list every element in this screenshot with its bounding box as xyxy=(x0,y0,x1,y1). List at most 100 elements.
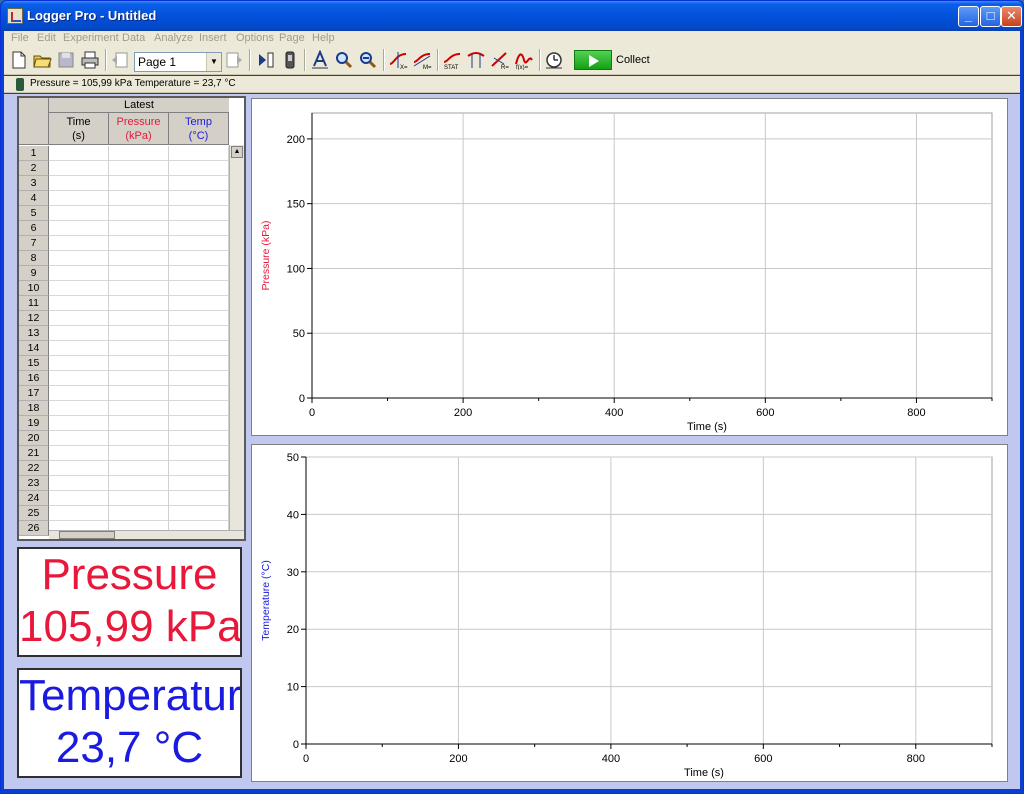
menu-insert[interactable]: Insert xyxy=(199,31,227,45)
title-bar[interactable]: Logger Pro - Untitled _ □ ✕ xyxy=(1,1,1023,31)
table-cell[interactable] xyxy=(109,251,169,266)
table-cell[interactable] xyxy=(169,221,229,236)
table-cell[interactable] xyxy=(49,296,109,311)
tangent-icon[interactable]: M= xyxy=(412,50,432,70)
new-file-icon[interactable] xyxy=(9,50,29,70)
table-row-number[interactable]: 2 xyxy=(19,161,49,176)
menu-help[interactable]: Help xyxy=(312,31,335,45)
table-cell[interactable] xyxy=(169,506,229,521)
table-cell[interactable] xyxy=(169,371,229,386)
table-cell[interactable] xyxy=(109,221,169,236)
maximize-button[interactable]: □ xyxy=(980,6,1001,27)
table-row-number[interactable]: 3 xyxy=(19,176,49,191)
menu-options[interactable]: Options xyxy=(236,31,274,45)
scroll-up-icon[interactable]: ▲ xyxy=(231,146,243,158)
table-cell[interactable] xyxy=(49,191,109,206)
table-cell[interactable] xyxy=(109,461,169,476)
table-row-number[interactable]: 25 xyxy=(19,506,49,521)
column-header-temperature[interactable]: Temp (°C) xyxy=(169,113,229,145)
table-cell[interactable] xyxy=(109,326,169,341)
table-cell[interactable] xyxy=(109,356,169,371)
integral-icon[interactable] xyxy=(466,50,486,70)
table-cell[interactable] xyxy=(49,161,109,176)
table-row-number[interactable]: 1 xyxy=(19,146,49,161)
table-cell[interactable] xyxy=(49,371,109,386)
table-cell[interactable] xyxy=(169,236,229,251)
table-cell[interactable] xyxy=(49,221,109,236)
data-table[interactable]: Latest Time (s) Pressure (kPa) Temp (°C)… xyxy=(17,96,246,541)
back-page-icon[interactable] xyxy=(110,50,130,70)
temperature-meter[interactable]: Temperature 23,7 °C xyxy=(17,668,242,778)
data-browser-icon[interactable] xyxy=(256,50,276,70)
table-cell[interactable] xyxy=(109,371,169,386)
table-cell[interactable] xyxy=(109,476,169,491)
table-cell[interactable] xyxy=(109,341,169,356)
table-row-number[interactable]: 22 xyxy=(19,461,49,476)
table-row-number[interactable]: 17 xyxy=(19,386,49,401)
open-folder-icon[interactable] xyxy=(32,50,52,70)
table-cell[interactable] xyxy=(49,266,109,281)
curve-fit-icon[interactable]: f(x)= xyxy=(514,50,534,70)
table-cell[interactable] xyxy=(109,281,169,296)
table-cell[interactable] xyxy=(169,446,229,461)
table-cell[interactable] xyxy=(109,206,169,221)
forward-page-icon[interactable] xyxy=(224,50,244,70)
table-row-number[interactable]: 11 xyxy=(19,296,49,311)
table-row-number[interactable]: 7 xyxy=(19,236,49,251)
logger-pro-icon[interactable] xyxy=(7,8,23,24)
save-icon[interactable] xyxy=(56,50,76,70)
table-cell[interactable] xyxy=(49,341,109,356)
table-cell[interactable] xyxy=(49,356,109,371)
table-row-number[interactable]: 10 xyxy=(19,281,49,296)
table-cell[interactable] xyxy=(169,206,229,221)
zoom-in-icon[interactable] xyxy=(334,50,354,70)
table-cell[interactable] xyxy=(169,161,229,176)
table-horizontal-scrollbar[interactable] xyxy=(49,530,244,539)
minimize-button[interactable]: _ xyxy=(958,6,979,27)
table-cell[interactable] xyxy=(109,146,169,161)
table-cell[interactable] xyxy=(169,461,229,476)
table-cell[interactable] xyxy=(49,251,109,266)
table-cell[interactable] xyxy=(109,431,169,446)
pressure-graph-svg[interactable]: 0 200 400 600 800 0 50 100 150 200 Time (s) Pressur… xyxy=(252,99,1007,435)
table-cell[interactable] xyxy=(49,326,109,341)
table-cell[interactable] xyxy=(109,386,169,401)
table-cell[interactable] xyxy=(169,266,229,281)
table-cell[interactable] xyxy=(109,161,169,176)
menu-analyze[interactable]: Analyze xyxy=(154,31,193,45)
table-row-number[interactable]: 5 xyxy=(19,206,49,221)
table-cell[interactable] xyxy=(109,491,169,506)
table-cell[interactable] xyxy=(49,236,109,251)
table-cell[interactable] xyxy=(109,176,169,191)
table-cell[interactable] xyxy=(169,326,229,341)
table-cell[interactable] xyxy=(169,191,229,206)
table-row-number[interactable]: 6 xyxy=(19,221,49,236)
table-cell[interactable] xyxy=(169,176,229,191)
table-row-number[interactable]: 4 xyxy=(19,191,49,206)
table-row-number[interactable]: 8 xyxy=(19,251,49,266)
table-cell[interactable] xyxy=(49,386,109,401)
table-cell[interactable] xyxy=(49,146,109,161)
table-cell[interactable] xyxy=(109,416,169,431)
table-cell[interactable] xyxy=(169,281,229,296)
table-cell[interactable] xyxy=(169,401,229,416)
sensor-icon[interactable] xyxy=(280,50,300,70)
table-row-number[interactable]: 14 xyxy=(19,341,49,356)
table-cell[interactable] xyxy=(169,251,229,266)
menu-data[interactable]: Data xyxy=(122,31,145,45)
table-cell[interactable] xyxy=(49,416,109,431)
table-row-number[interactable]: 26 xyxy=(19,521,49,536)
table-cell[interactable] xyxy=(49,506,109,521)
table-cell[interactable] xyxy=(109,401,169,416)
column-header-pressure[interactable]: Pressure (kPa) xyxy=(109,113,169,145)
table-cell[interactable] xyxy=(49,206,109,221)
menu-edit[interactable]: Edit xyxy=(37,31,56,45)
table-row-number[interactable]: 15 xyxy=(19,356,49,371)
table-cell[interactable] xyxy=(49,446,109,461)
pressure-meter[interactable]: Pressure 105,99 kPa xyxy=(17,547,242,657)
statistics-icon[interactable]: STAT xyxy=(442,50,462,70)
table-cell[interactable] xyxy=(169,146,229,161)
table-cell[interactable] xyxy=(109,266,169,281)
linear-fit-icon[interactable]: R= xyxy=(490,50,510,70)
table-cell[interactable] xyxy=(169,476,229,491)
